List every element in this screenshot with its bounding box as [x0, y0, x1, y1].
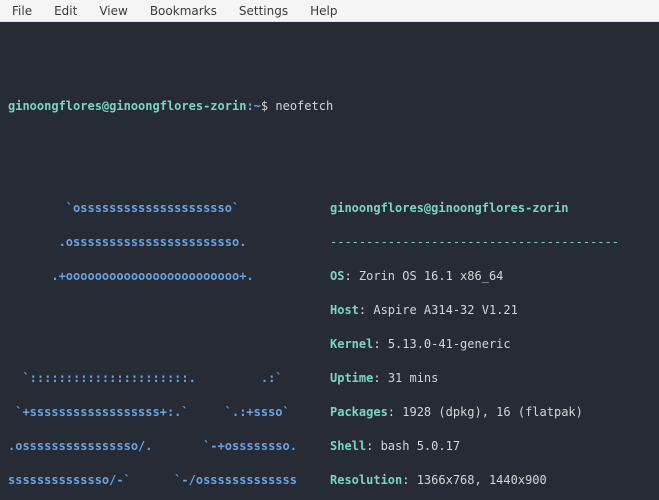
info-os: OS: Zorin OS 16.1 x86_64 — [330, 268, 659, 285]
info-label: Uptime — [330, 371, 373, 385]
prompt-colon: : — [246, 99, 253, 113]
info-value: 31 mins — [388, 371, 439, 385]
menu-help[interactable]: Help — [300, 2, 347, 20]
info-value: 5.13.0-41-generic — [388, 337, 511, 351]
menubar: File Edit View Bookmarks Settings Help — [0, 0, 659, 22]
prompt-user: ginoongflores — [8, 99, 102, 113]
ascii-line: .+oooooooooooooooooooooooo+. — [8, 268, 330, 285]
info-label: Resolution — [330, 473, 402, 487]
info-value: Aspire A314-32 V1.21 — [373, 303, 518, 317]
ascii-line: .ossssssssssssssso/. `-+ossssssso. — [8, 438, 330, 455]
info-value: 1928 (dpkg), 16 (flatpak) — [402, 405, 583, 419]
menu-settings[interactable]: Settings — [229, 2, 298, 20]
neofetch-output: `osssssssssssssssssssso` .osssssssssssss… — [8, 183, 651, 500]
info-label: Shell — [330, 439, 366, 453]
info-value: 1366x768, 1440x900 — [417, 473, 547, 487]
info-label: Kernel — [330, 337, 373, 351]
info-dashes: ---------------------------------------- — [330, 234, 659, 251]
info-packages: Packages: 1928 (dpkg), 16 (flatpak) — [330, 404, 659, 421]
info-user: ginoongflores — [330, 201, 424, 215]
info-label: Host — [330, 303, 359, 317]
ascii-line: .osssssssssssssssssssssso. — [8, 234, 330, 251]
info-kernel: Kernel: 5.13.0-41-generic — [330, 336, 659, 353]
system-info: ginoongflores@ginoongflores-zorin ------… — [330, 183, 659, 500]
info-label: Packages — [330, 405, 388, 419]
ascii-line — [8, 302, 330, 319]
terminal-viewport[interactable]: ginoongflores@ginoongflores-zorin:~$ neo… — [0, 22, 659, 500]
info-value: bash 5.0.17 — [381, 439, 460, 453]
menu-bookmarks[interactable]: Bookmarks — [140, 2, 227, 20]
prompt-line-1: ginoongflores@ginoongflores-zorin:~$ neo… — [8, 98, 651, 115]
ascii-line: `::::::::::::::::::::::. .:` — [8, 370, 330, 387]
info-userhost: ginoongflores@ginoongflores-zorin — [330, 200, 659, 217]
prompt-host: ginoongflores-zorin — [109, 99, 246, 113]
menu-file[interactable]: File — [2, 2, 42, 20]
ascii-line — [8, 336, 330, 353]
info-label: OS — [330, 269, 344, 283]
info-resolution: Resolution: 1366x768, 1440x900 — [330, 472, 659, 489]
menu-view[interactable]: View — [89, 2, 137, 20]
info-value: Zorin OS 16.1 x86_64 — [359, 269, 504, 283]
info-host-row: Host: Aspire A314-32 V1.21 — [330, 302, 659, 319]
ascii-art: `osssssssssssssssssssso` .osssssssssssss… — [8, 183, 330, 500]
prompt-path: ~ — [254, 99, 261, 113]
info-host: ginoongflores-zorin — [431, 201, 568, 215]
ascii-line: `osssssssssssssssssssso` — [8, 200, 330, 217]
ascii-line: `+ssssssssssssssssss+:.` `.:+ssso` — [8, 404, 330, 421]
ascii-line: ssssssssssssso/-` `-/osssssssssssss — [8, 472, 330, 489]
menu-edit[interactable]: Edit — [44, 2, 87, 20]
command-neofetch: neofetch — [275, 99, 333, 113]
info-uptime: Uptime: 31 mins — [330, 370, 659, 387]
info-shell: Shell: bash 5.0.17 — [330, 438, 659, 455]
